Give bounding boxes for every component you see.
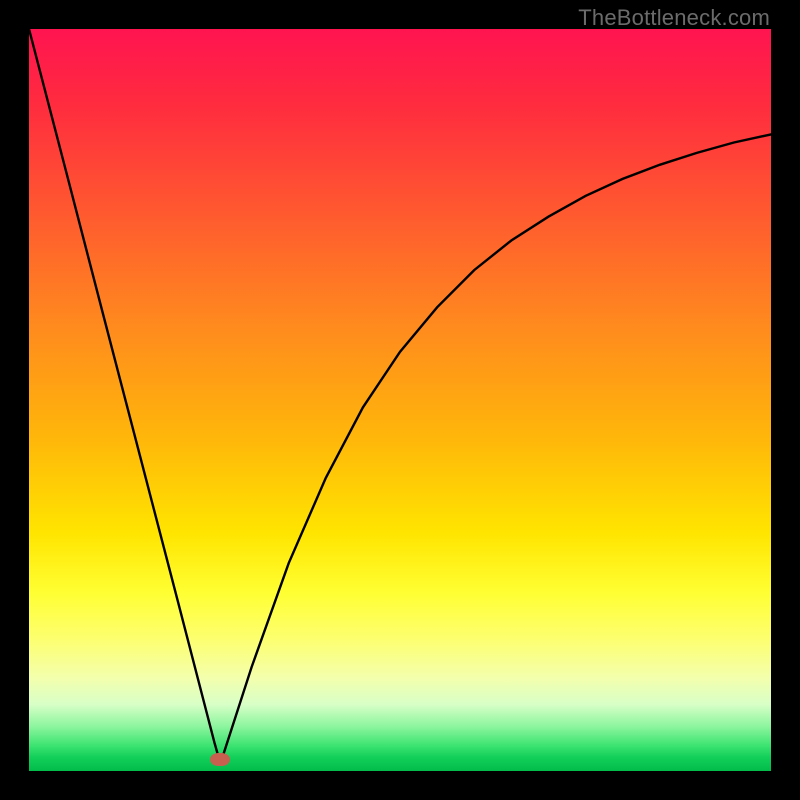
bottleneck-curve [29, 29, 771, 771]
curve-left-branch [29, 29, 220, 764]
watermark-label: TheBottleneck.com [578, 5, 770, 31]
chart-frame: TheBottleneck.com [0, 0, 800, 800]
gradient-plot-area [29, 29, 771, 771]
curve-right-branch [220, 134, 771, 763]
